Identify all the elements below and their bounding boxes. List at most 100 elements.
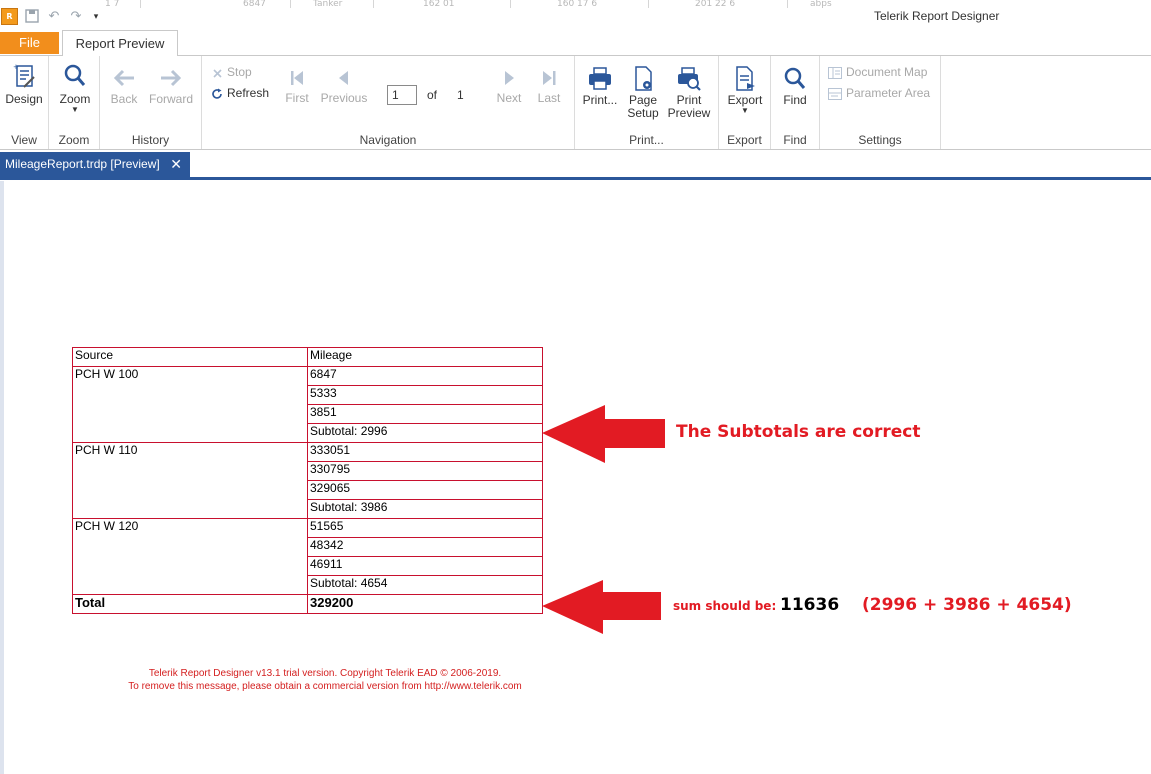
mileage-cell: 5333 (307, 385, 543, 405)
ribbon-group-find: Find Find (771, 56, 820, 149)
page-setup-button[interactable]: Page Setup (625, 65, 661, 120)
zoom-button[interactable]: Zoom ▼ (55, 61, 95, 114)
print-button[interactable]: Print... (580, 65, 620, 107)
svg-text:+: + (13, 63, 19, 71)
export-icon (736, 66, 755, 91)
zoom-label: Zoom (59, 92, 91, 106)
ribbon-group-print: Print... Page Setup Print Preview Print.… (575, 56, 719, 149)
refresh-label: Refresh (227, 86, 270, 100)
total-label-cell: Total (72, 594, 308, 614)
zoom-magnifier-icon (64, 64, 86, 86)
current-page-input[interactable]: 1 (387, 85, 417, 105)
background-cell: 1 7 (105, 0, 120, 8)
forward-button[interactable]: Forward (146, 65, 196, 106)
trial-notice-line-1: Telerik Report Designer v13.1 trial vers… (148, 668, 502, 679)
tab-report-preview[interactable]: Report Preview (62, 30, 178, 57)
design-button[interactable]: + Design (4, 61, 44, 106)
subtotal-cell: Subtotal: 3986 (307, 499, 543, 519)
document-tab-mileage-report[interactable]: MileageReport.trdp [Preview] ✕ (0, 152, 190, 177)
group-source-cell: PCH W 100 (72, 366, 308, 443)
annotation-arrow-subtotals-icon (542, 405, 665, 463)
menu-tabs: File Report Preview (0, 30, 1151, 57)
next-label: Next (496, 91, 522, 105)
find-button[interactable]: Find (775, 65, 815, 107)
background-cell: abps (810, 0, 832, 8)
print-preview-label-2: Preview (667, 106, 711, 120)
export-dropdown-icon[interactable]: ▼ (725, 107, 765, 115)
group-label-history: History (131, 133, 170, 147)
app-logo-icon: R (1, 8, 18, 25)
document-map-label: Document Map (846, 65, 928, 79)
parameter-area-button[interactable]: Parameter Area (828, 86, 930, 100)
parameter-area-icon (828, 88, 842, 100)
table-row: PCH W 120 51565 (72, 518, 543, 595)
ribbon-group-export: Export ▼ Export (719, 56, 771, 149)
mileage-cell: 330795 (307, 461, 543, 481)
quick-access-dropdown-icon[interactable]: ▾ (88, 9, 104, 25)
print-preview-button[interactable]: Print Preview (667, 65, 711, 120)
trial-notice: Telerik Report Designer v13.1 trial vers… (80, 667, 570, 693)
report-preview-area[interactable]: Source Mileage PCH W 100 6847 5333 3851 … (0, 181, 1151, 774)
page-setup-icon (635, 66, 652, 91)
table-header-row: Source Mileage (72, 347, 543, 367)
last-page-icon (543, 71, 556, 85)
stop-label: Stop (227, 65, 252, 79)
mileage-cell: 3851 (307, 404, 543, 424)
mileage-cell: 48342 (307, 537, 543, 557)
ribbon-group-view: + Design View (0, 56, 49, 149)
undo-icon[interactable]: ↶ (46, 9, 62, 25)
ribbon: + Design View Zoom ▼ Zoom Back Forward H… (0, 56, 1151, 150)
annotation-sum-value: 11636 (780, 595, 840, 615)
refresh-icon (212, 88, 222, 99)
previous-page-button[interactable]: Previous (318, 66, 370, 105)
subtotal-cell: Subtotal: 4654 (307, 575, 543, 595)
printer-icon (589, 67, 611, 90)
find-magnifier-icon (784, 67, 806, 89)
next-page-button[interactable]: Next (492, 66, 526, 105)
close-icon[interactable]: ✕ (170, 152, 182, 177)
group-label-zoom: Zoom (58, 133, 90, 147)
background-window-strip: 1 7 6847 Tanker 162 01 160 17 6 201 22 6… (105, 0, 865, 8)
annotation-arrow-total-icon (542, 580, 661, 634)
stop-button[interactable]: Stop (212, 65, 252, 79)
design-icon: + (13, 63, 35, 88)
mileage-cell: 6847 (307, 366, 543, 386)
parameter-area-label: Parameter Area (846, 86, 931, 100)
group-label-navigation: Navigation (359, 133, 417, 147)
first-page-button[interactable]: First (282, 66, 312, 105)
zoom-dropdown-icon[interactable]: ▼ (55, 106, 95, 114)
print-preview-icon (678, 67, 701, 91)
refresh-button[interactable]: Refresh (211, 86, 269, 100)
preview-left-edge (0, 181, 4, 774)
previous-label: Previous (320, 91, 368, 105)
last-label: Last (537, 91, 561, 105)
forward-label: Forward (148, 92, 193, 106)
export-button[interactable]: Export ▼ (725, 65, 765, 115)
ribbon-group-settings: Document Map Parameter Area Settings (820, 56, 941, 149)
back-label: Back (110, 92, 138, 106)
group-label-export: Export (727, 133, 762, 147)
background-cell: 162 01 (423, 0, 455, 8)
last-page-button[interactable]: Last (534, 66, 564, 105)
mileage-cell: 46911 (307, 556, 543, 576)
stop-icon (213, 69, 222, 78)
first-label: First (285, 91, 309, 105)
total-pages-value: 1 (457, 88, 464, 102)
save-icon[interactable] (24, 9, 40, 25)
group-label-find: Find (783, 133, 807, 147)
document-map-button[interactable]: Document Map (828, 65, 927, 79)
trial-notice-line-2: To remove this message, please obtain a … (128, 681, 522, 692)
group-label-settings: Settings (858, 133, 902, 147)
export-label: Export (727, 93, 763, 107)
annotation-subtotals-correct: The Subtotals are correct (676, 422, 921, 442)
mileage-report-table: Source Mileage PCH W 100 6847 5333 3851 … (72, 347, 543, 614)
back-button[interactable]: Back (106, 65, 142, 106)
ribbon-group-zoom: Zoom ▼ Zoom (49, 56, 100, 149)
redo-icon[interactable]: ↷ (68, 9, 84, 25)
page-setup-label-2: Setup (627, 106, 659, 120)
design-label: Design (5, 92, 43, 106)
ribbon-group-navigation: Stop Refresh First Previous 1 of 1 Next … (202, 56, 575, 149)
file-tab[interactable]: File (0, 32, 59, 54)
table-row: PCH W 110 333051 (72, 442, 543, 519)
ribbon-group-history: Back Forward History (100, 56, 202, 149)
